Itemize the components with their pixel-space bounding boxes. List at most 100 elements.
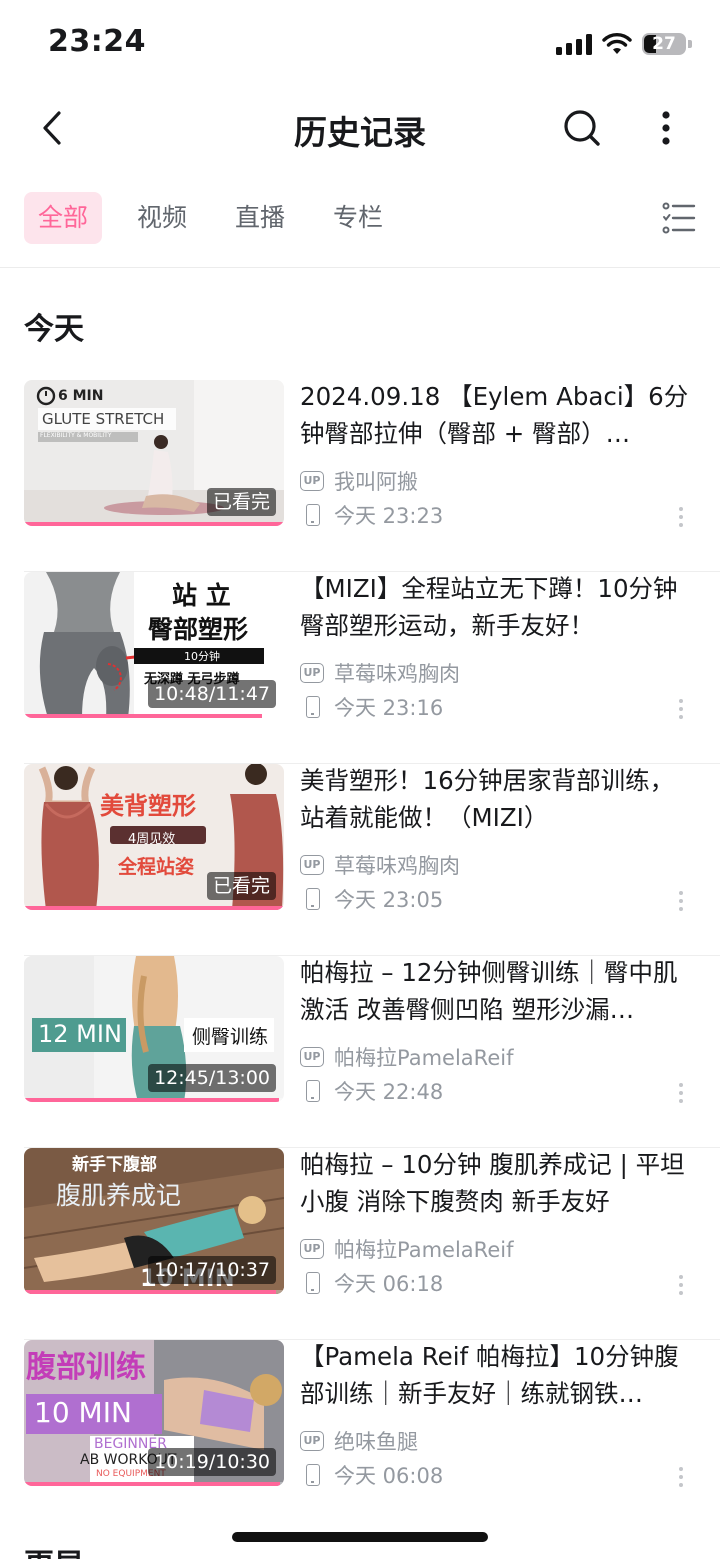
watch-progress bbox=[24, 1290, 276, 1294]
phone-icon bbox=[306, 1464, 320, 1486]
playback-position-badge: 10:48/11:47 bbox=[148, 680, 276, 708]
author-name: 我叫阿搬 bbox=[334, 470, 418, 494]
author-name: 帕梅拉PamelaReif bbox=[334, 1046, 514, 1070]
filter-tabs: 全部 视频 直播 专栏 bbox=[0, 190, 720, 246]
video-title[interactable]: 帕梅拉 – 12分钟侧臀训练｜臀中肌激活 改善臀侧凹陷 塑形沙漏… bbox=[300, 954, 696, 1028]
watch-time: 今天 23:05 bbox=[334, 888, 444, 912]
watch-time: 今天 06:08 bbox=[334, 1464, 444, 1488]
home-indicator[interactable] bbox=[232, 1532, 488, 1542]
phone-icon bbox=[306, 1272, 320, 1294]
thumbnail-caption: 站 立 bbox=[172, 581, 231, 610]
thumbnail-caption: 新手下腹部 bbox=[72, 1155, 157, 1175]
history-item[interactable]: 12 MIN 侧臀训练 12:45/13:00 帕梅拉 – 12分钟侧臀训练｜臀… bbox=[0, 956, 720, 1148]
watch-time: 今天 23:23 bbox=[334, 504, 444, 528]
video-title[interactable]: 帕梅拉 – 10分钟 腹肌养成记 | 平坦小腹 消除下腹赘肉 新手友好 bbox=[300, 1146, 696, 1220]
status-bar: 23:24 27 bbox=[0, 0, 720, 88]
status-time: 23:24 bbox=[48, 24, 146, 59]
watch-time: 今天 23:16 bbox=[334, 696, 444, 720]
video-title[interactable]: 【MIZI】全程站立无下蹲！10分钟臀部塑形运动，新手友好！ bbox=[300, 570, 696, 644]
item-more-button[interactable] bbox=[668, 1462, 694, 1492]
watch-status-badge: 已看完 bbox=[206, 872, 276, 900]
item-more-button[interactable] bbox=[668, 886, 694, 916]
search-icon bbox=[564, 110, 600, 146]
video-thumbnail[interactable]: 腹部训练 10 MIN BEGINNER AB WORKOUT NO EQUIP… bbox=[24, 1340, 284, 1486]
time-row: 今天 06:08 bbox=[300, 1460, 443, 1490]
video-thumbnail[interactable]: 站 立 臀部塑形 10分钟 无深蹲 无弓步蹲 10:48/11:47 bbox=[24, 572, 284, 718]
author-row[interactable]: UP 帕梅拉PamelaReif bbox=[300, 1042, 513, 1072]
history-item[interactable]: 6 MIN GLUTE STRETCH FLEXIBILITY & MOBILI… bbox=[0, 380, 720, 572]
tab-live[interactable]: 直播 bbox=[221, 192, 299, 244]
tabs-divider bbox=[0, 267, 720, 268]
section-title-today: 今天 bbox=[24, 312, 84, 347]
author-name: 草莓味鸡胸肉 bbox=[334, 662, 460, 686]
thumbnail-caption: 腹肌养成记 bbox=[56, 1181, 182, 1210]
thumbnail-caption: 美背塑形 bbox=[100, 792, 196, 820]
watch-status-badge: 已看完 bbox=[206, 488, 276, 516]
phone-icon bbox=[306, 696, 320, 718]
time-row: 今天 22:48 bbox=[300, 1076, 443, 1106]
history-item[interactable]: 美背塑形 4周见效 全程站姿 已看完 美背塑形！16分钟居家背部训练，站着就能做… bbox=[0, 764, 720, 956]
cellular-signal-icon bbox=[556, 33, 592, 55]
watch-progress bbox=[24, 522, 284, 526]
watch-time: 今天 06:18 bbox=[334, 1272, 444, 1296]
author-row[interactable]: UP 草莓味鸡胸肉 bbox=[300, 658, 460, 688]
item-more-button[interactable] bbox=[668, 1078, 694, 1108]
tab-all[interactable]: 全部 bbox=[24, 192, 103, 244]
item-more-button[interactable] bbox=[668, 1270, 694, 1300]
video-thumbnail[interactable]: 新手下腹部 腹肌养成记 10 MIN 10:17/10:37 bbox=[24, 1148, 284, 1294]
time-row: 今天 23:23 bbox=[300, 500, 443, 530]
video-thumbnail[interactable]: 6 MIN GLUTE STRETCH FLEXIBILITY & MOBILI… bbox=[24, 380, 284, 526]
author-row[interactable]: UP 绝味鱼腿 bbox=[300, 1426, 418, 1456]
wifi-icon bbox=[602, 33, 632, 54]
video-title[interactable]: 2024.09.18 【Eylem Abaci】6分钟臀部拉伸（臀部 + 臀部）… bbox=[300, 378, 696, 452]
history-item[interactable]: 腹部训练 10 MIN BEGINNER AB WORKOUT NO EQUIP… bbox=[0, 1340, 720, 1532]
time-row: 今天 23:05 bbox=[300, 884, 443, 914]
video-thumbnail[interactable]: 12 MIN 侧臀训练 12:45/13:00 bbox=[24, 956, 284, 1102]
watch-progress bbox=[24, 714, 263, 718]
nav-bar: 历史记录 bbox=[0, 88, 720, 168]
page-title: 历史记录 bbox=[294, 113, 426, 152]
video-title[interactable]: 【Pamela Reif 帕梅拉】10分钟腹部训练｜新手友好｜练就钢铁… bbox=[300, 1338, 696, 1412]
playback-position-badge: 10:19/10:30 bbox=[148, 1448, 276, 1476]
watch-time: 今天 22:48 bbox=[334, 1080, 444, 1104]
item-more-button[interactable] bbox=[668, 694, 694, 724]
section-title-earlier: 更早 bbox=[24, 1540, 84, 1559]
uploader-icon: UP bbox=[300, 1047, 324, 1067]
thumbnail-caption: 10分钟 bbox=[184, 650, 220, 663]
thumbnail-caption: FLEXIBILITY & MOBILITY bbox=[40, 432, 112, 439]
time-row: 今天 23:16 bbox=[300, 692, 443, 722]
checklist-icon[interactable] bbox=[662, 202, 696, 234]
watch-progress bbox=[24, 1482, 280, 1486]
history-item[interactable]: 新手下腹部 腹肌养成记 10 MIN 10:17/10:37 帕梅拉 – 10分… bbox=[0, 1148, 720, 1340]
thumbnail-caption: 6 MIN bbox=[58, 388, 104, 404]
uploader-icon: UP bbox=[300, 1239, 324, 1259]
watch-progress bbox=[24, 906, 284, 910]
author-row[interactable]: UP 草莓味鸡胸肉 bbox=[300, 850, 460, 880]
uploader-icon: UP bbox=[300, 663, 324, 683]
uploader-icon: UP bbox=[300, 471, 324, 491]
more-options-button[interactable] bbox=[642, 102, 690, 154]
uploader-icon: UP bbox=[300, 855, 324, 875]
tab-column[interactable]: 专栏 bbox=[319, 192, 397, 244]
author-row[interactable]: UP 我叫阿搬 bbox=[300, 466, 418, 496]
author-row[interactable]: UP 帕梅拉PamelaReif bbox=[300, 1234, 513, 1264]
video-thumbnail[interactable]: 美背塑形 4周见效 全程站姿 已看完 bbox=[24, 764, 284, 910]
phone-icon bbox=[306, 888, 320, 910]
battery-level: 27 bbox=[652, 34, 676, 54]
item-more-button[interactable] bbox=[668, 502, 694, 532]
phone-icon bbox=[306, 504, 320, 526]
time-row: 今天 06:18 bbox=[300, 1268, 443, 1298]
thumbnail-caption: 4周见效 bbox=[128, 832, 176, 847]
more-vertical-icon bbox=[662, 111, 670, 145]
search-button[interactable] bbox=[556, 102, 608, 154]
thumbnail-caption: 臀部塑形 bbox=[148, 615, 249, 644]
thumbnail-caption: 10 MIN bbox=[34, 1396, 132, 1429]
author-name: 绝味鱼腿 bbox=[334, 1430, 418, 1454]
video-title[interactable]: 美背塑形！16分钟居家背部训练，站着就能做！（MIZI） bbox=[300, 762, 696, 836]
thumbnail-caption: 腹部训练 bbox=[26, 1350, 146, 1385]
playback-position-badge: 10:17/10:37 bbox=[148, 1256, 276, 1284]
history-item[interactable]: 站 立 臀部塑形 10分钟 无深蹲 无弓步蹲 10:48/11:47 【MIZI… bbox=[0, 572, 720, 764]
thumbnail-caption: 侧臀训练 bbox=[192, 1026, 269, 1048]
tab-video[interactable]: 视频 bbox=[123, 192, 201, 244]
author-name: 帕梅拉PamelaReif bbox=[334, 1238, 514, 1262]
